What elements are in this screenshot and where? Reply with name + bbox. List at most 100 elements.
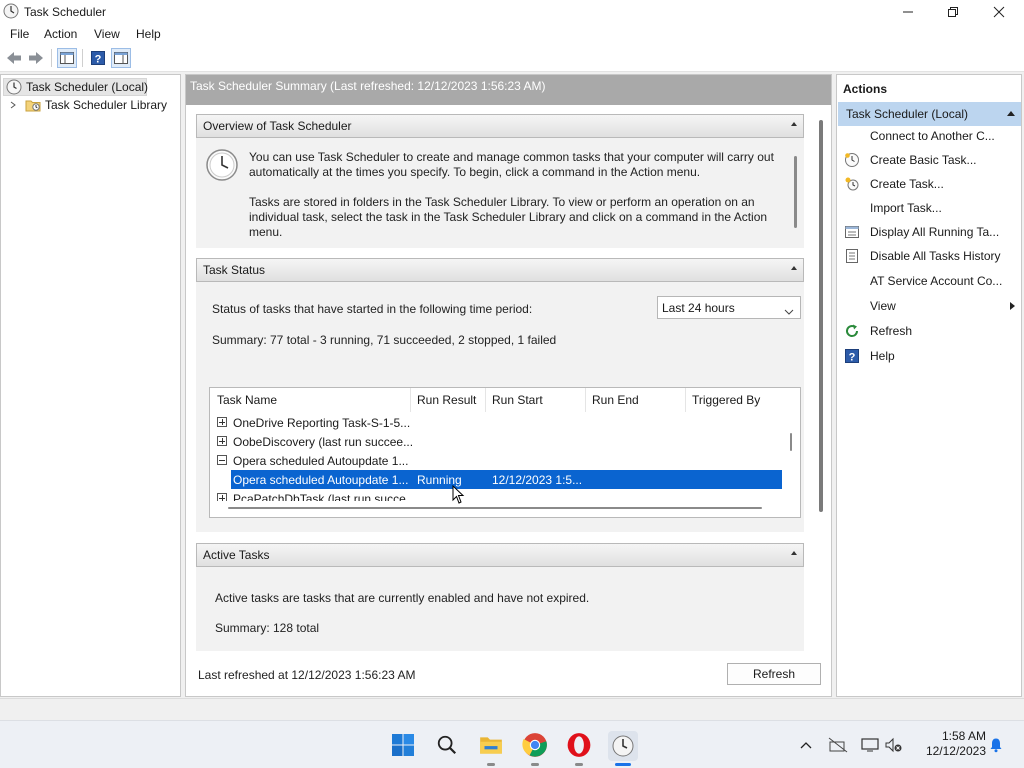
file-explorer-button[interactable] <box>477 731 505 759</box>
show-hidden-icons-button[interactable] <box>796 735 816 755</box>
minimize-icon <box>903 11 913 13</box>
overview-text-2: Tasks are stored in folders in the Task … <box>249 195 768 239</box>
forward-arrow-icon <box>29 52 43 64</box>
file-explorer-icon <box>480 737 502 754</box>
expand-icon[interactable] <box>217 417 227 427</box>
task-name-cell: OneDrive Reporting Task-S-1-5... <box>233 416 411 430</box>
column-separator[interactable] <box>485 388 486 412</box>
action-connect-another-computer[interactable]: Connect to Another C... <box>837 124 1021 148</box>
task-status-title: Task Status <box>203 263 266 277</box>
collapse-icon[interactable] <box>1007 111 1015 116</box>
collapse-icon[interactable] <box>791 551 797 555</box>
display-tray-button[interactable] <box>860 735 880 755</box>
clock-icon <box>6 79 22 95</box>
menu-bar: File Action View Help <box>0 24 1024 44</box>
forward-button[interactable] <box>26 48 46 68</box>
tree-item-task-scheduler-local[interactable]: Task Scheduler (Local) <box>3 78 148 96</box>
summary-header: Task Scheduler Summary (Last refreshed: … <box>186 75 831 105</box>
action-view[interactable]: View <box>837 294 1021 318</box>
action-at-service-account[interactable]: AT Service Account Co... <box>837 269 1021 293</box>
chevron-right-icon[interactable] <box>9 97 21 113</box>
action-help[interactable]: ? Help <box>837 344 1021 368</box>
column-triggered-by[interactable]: Triggered By <box>692 393 760 407</box>
running-indicator <box>531 763 539 766</box>
expand-icon[interactable] <box>217 436 227 446</box>
column-separator[interactable] <box>585 388 586 412</box>
action-create-task[interactable]: Create Task... <box>837 172 1021 196</box>
column-run-start[interactable]: Run Start <box>492 393 543 407</box>
active-tasks-section-header[interactable]: Active Tasks <box>196 543 804 567</box>
volume-tray-button[interactable] <box>884 735 904 755</box>
active-tasks-description: Active tasks are tasks that are currentl… <box>215 591 590 605</box>
start-button[interactable] <box>389 731 417 759</box>
system-clock[interactable]: 1:58 AM 12/12/2023 <box>914 729 986 759</box>
task-name-cell: PcaPatchDbTask (last run succe... <box>233 492 416 501</box>
action-refresh[interactable]: Refresh <box>837 319 1021 343</box>
column-task-name[interactable]: Task Name <box>217 393 277 407</box>
console-tree: Task Scheduler (Local) Task Scheduler Li… <box>0 74 181 697</box>
back-arrow-icon <box>7 52 21 64</box>
table-row[interactable]: PcaPatchDbTask (last run succe... <box>210 489 790 501</box>
tree-item-task-scheduler-library[interactable]: Task Scheduler Library <box>9 96 167 114</box>
refresh-button[interactable]: Refresh <box>727 663 821 685</box>
network-off-icon <box>828 737 848 753</box>
menu-help[interactable]: Help <box>136 27 161 41</box>
action-label: Help <box>870 349 895 363</box>
table-row[interactable]: Opera scheduled Autoupdate 1... <box>210 451 790 470</box>
action-disable-tasks-history[interactable]: Disable All Tasks History <box>837 244 1021 268</box>
menu-view[interactable]: View <box>94 27 120 41</box>
grid-vertical-scrollbar[interactable] <box>790 433 792 451</box>
show-hide-console-tree-button[interactable] <box>57 48 77 68</box>
task-scheduler-app-icon <box>3 3 19 19</box>
running-indicator <box>487 763 495 766</box>
task-status-section-header[interactable]: Task Status <box>196 258 804 282</box>
grid-horizontal-scrollbar[interactable] <box>228 507 762 509</box>
active-tasks-title: Active Tasks <box>203 548 270 562</box>
show-hide-action-pane-button[interactable] <box>111 48 131 68</box>
action-import-task[interactable]: Import Task... <box>837 196 1021 220</box>
action-display-running-tasks[interactable]: Display All Running Ta... <box>837 220 1021 244</box>
maximize-button[interactable] <box>930 0 976 24</box>
back-button[interactable] <box>4 48 24 68</box>
table-row-selected[interactable]: Opera scheduled Autoupdate 1... Running … <box>231 470 782 489</box>
time-period-dropdown[interactable]: Last 24 hours <box>657 296 801 319</box>
overview-scrollbar[interactable] <box>794 156 797 228</box>
chrome-button[interactable] <box>521 731 549 759</box>
task-name-cell: Opera scheduled Autoupdate 1... <box>233 454 409 468</box>
summary-scrollbar[interactable] <box>819 120 823 512</box>
notifications-button[interactable] <box>986 735 1006 755</box>
action-create-basic-task[interactable]: Create Basic Task... <box>837 148 1021 172</box>
task-name-cell: OobeDiscovery (last run succee... <box>233 435 414 449</box>
action-label: Connect to Another C... <box>870 129 995 143</box>
network-tray-button[interactable] <box>828 735 848 755</box>
column-separator[interactable] <box>685 388 686 412</box>
column-run-result[interactable]: Run Result <box>417 393 476 407</box>
table-row[interactable]: OneDrive Reporting Task-S-1-5... <box>210 413 790 432</box>
column-run-end[interactable]: Run End <box>592 393 639 407</box>
help-icon: ? <box>844 348 860 364</box>
task-name-cell: Opera scheduled Autoupdate 1... <box>233 473 409 487</box>
menu-action[interactable]: Action <box>44 27 77 41</box>
close-icon <box>993 6 1005 18</box>
search-button[interactable] <box>433 731 461 759</box>
collapse-icon[interactable] <box>791 266 797 270</box>
overview-section-header[interactable]: Overview of Task Scheduler <box>196 114 804 138</box>
collapse-icon[interactable] <box>791 122 797 126</box>
table-row[interactable]: OobeDiscovery (last run succee... <box>210 432 790 451</box>
column-separator[interactable] <box>410 388 411 412</box>
collapse-tree-icon[interactable] <box>217 455 227 465</box>
start-icon <box>392 734 414 756</box>
opera-button[interactable] <box>565 731 593 759</box>
help-button[interactable]: ? <box>88 48 108 68</box>
action-label: Display All Running Ta... <box>870 225 1000 239</box>
toolbar: ? <box>0 44 1024 72</box>
actions-group-header[interactable]: Task Scheduler (Local) <box>838 102 1021 126</box>
close-button[interactable] <box>976 0 1022 24</box>
restore-icon <box>948 7 958 17</box>
actions-title: Actions <box>843 82 888 96</box>
menu-file[interactable]: File <box>10 27 29 41</box>
expand-icon[interactable] <box>217 493 227 501</box>
title-bar: Task Scheduler <box>0 0 1024 24</box>
minimize-button[interactable] <box>885 0 931 24</box>
task-scheduler-taskbar-button[interactable] <box>608 731 638 761</box>
